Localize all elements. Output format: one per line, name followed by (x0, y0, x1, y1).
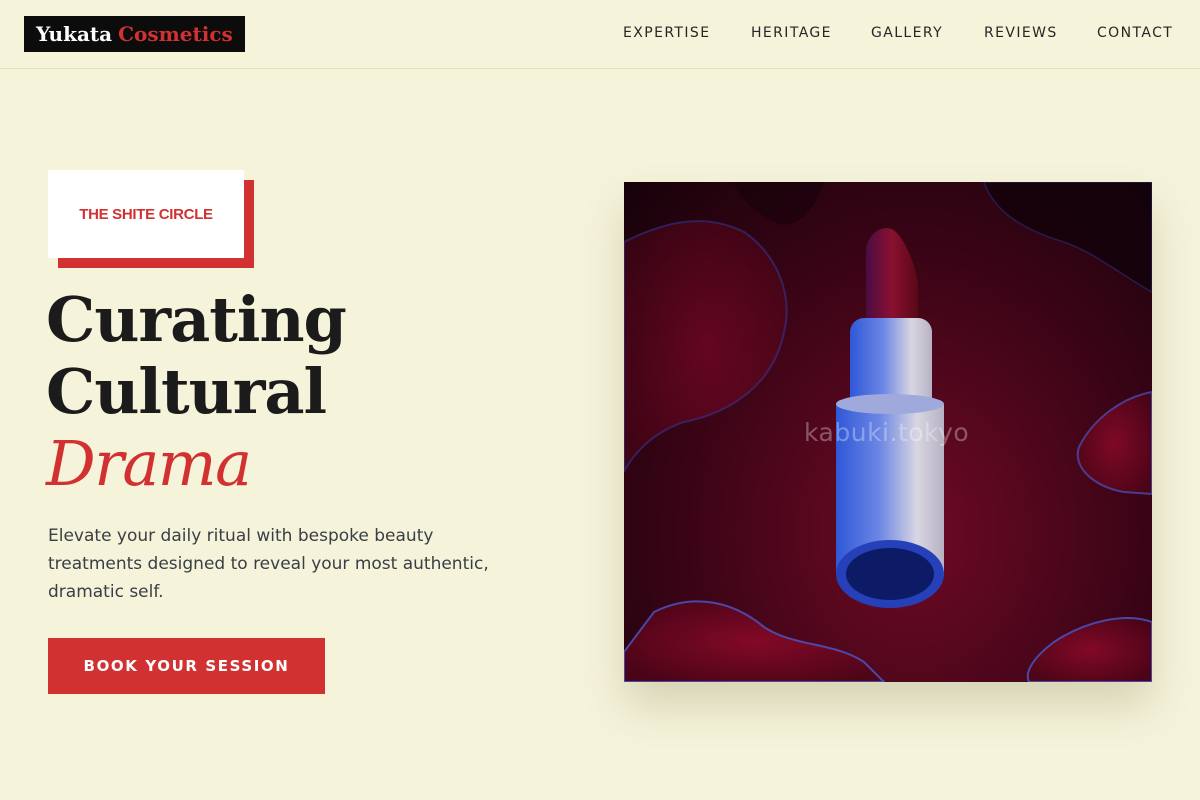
headline-accent: Drama (46, 427, 252, 500)
nav-item-expertise[interactable]: EXPERTISE (623, 23, 710, 43)
nav-item-contact[interactable]: CONTACT (1097, 23, 1173, 43)
hero-badge: THE SHITE CIRCLE (48, 170, 244, 258)
nav-item-heritage[interactable]: HERITAGE (751, 23, 832, 43)
site-header: Yukata Cosmetics EXPERTISE HERITAGE GALL… (0, 0, 1200, 69)
hero-subtext: Elevate your daily ritual with bespoke b… (48, 526, 489, 602)
image-watermark: kabuki.tokyo (804, 418, 970, 447)
main-nav: EXPERTISE HERITAGE GALLERY REVIEWS CONTA… (0, 23, 1200, 43)
landing-page: Yukata Cosmetics EXPERTISE HERITAGE GALL… (0, 0, 1200, 800)
nav-item-gallery[interactable]: GALLERY (871, 23, 943, 43)
nav-item-reviews[interactable]: REVIEWS (984, 23, 1058, 43)
hero-badge-label: THE SHITE CIRCLE (79, 205, 213, 223)
headline-line-2: Cultural (46, 355, 327, 428)
headline-line-1: Curating (46, 283, 347, 356)
hero-headline: Curating Cultural Drama (46, 284, 566, 500)
book-session-label: BOOK YOUR SESSION (83, 657, 290, 675)
hero-image: kabuki.tokyo (624, 182, 1152, 682)
book-session-button[interactable]: BOOK YOUR SESSION (48, 638, 325, 694)
